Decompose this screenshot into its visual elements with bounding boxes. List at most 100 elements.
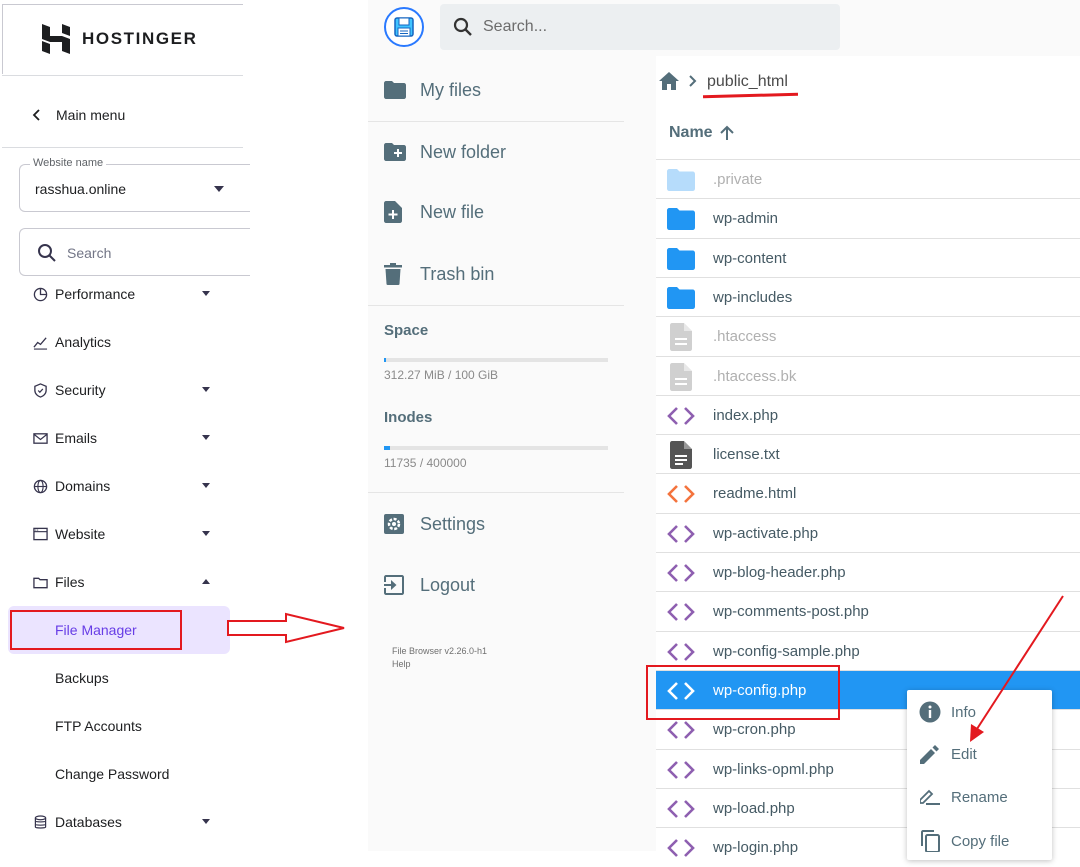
text-file-icon	[667, 441, 695, 470]
context-menu-info[interactable]: Info	[919, 697, 1049, 727]
pie-chart-icon	[32, 286, 48, 302]
file-icon	[667, 323, 695, 352]
context-menu-edit[interactable]: Edit	[919, 739, 1049, 769]
divider	[2, 4, 243, 5]
logo-text: HOSTINGER	[82, 29, 198, 48]
menu-label: New folder	[420, 141, 507, 162]
breadcrumb-public-html[interactable]: public_html	[707, 73, 788, 91]
chevron-right-icon	[689, 75, 697, 87]
caret-down-icon	[202, 819, 210, 824]
file-row[interactable]: wp-includes	[656, 276, 1080, 317]
version-info: File Browser v2.26.0-h1 Help	[392, 645, 487, 671]
context-menu: Info Edit Rename Copy file	[907, 690, 1052, 860]
help-link[interactable]: Help	[392, 658, 487, 671]
sidebar-item-performance[interactable]: Performance	[32, 282, 222, 306]
pencil-icon	[919, 744, 941, 764]
sidebar-item-files[interactable]: Files	[32, 570, 222, 594]
annotation-box	[10, 610, 182, 650]
chevron-left-icon	[32, 109, 40, 121]
file-row[interactable]: wp-admin	[656, 198, 1080, 238]
menu-new-folder[interactable]: New folder	[384, 122, 624, 182]
main-menu-label: Main menu	[56, 107, 126, 123]
space-usage-text: 312.27 MiB / 100 GiB	[384, 368, 499, 382]
code-file-icon	[667, 561, 695, 585]
sidebar-item-emails[interactable]: Emails	[32, 426, 222, 450]
context-menu-label: Info	[951, 703, 977, 721]
file-row[interactable]: wp-comments-post.php	[656, 591, 1080, 631]
filebrowser-search-placeholder: Search...	[483, 18, 548, 35]
home-icon[interactable]	[659, 72, 679, 90]
sidebar-search-input[interactable]: Search	[19, 228, 250, 276]
sidebar-item-analytics[interactable]: Analytics	[32, 330, 222, 354]
divider	[2, 147, 243, 148]
file-name: wp-admin	[713, 210, 779, 228]
file-name: index.php	[713, 406, 779, 424]
file-name: .private	[713, 171, 763, 188]
folder-icon	[667, 207, 695, 231]
file-row[interactable]: license.txt	[656, 434, 1080, 474]
caret-down-icon	[202, 435, 210, 440]
floppy-disk-icon	[394, 17, 414, 37]
sidebar-search-placeholder: Search	[67, 245, 112, 261]
file-row[interactable]: wp-blog-header.php	[656, 552, 1080, 592]
file-name: license.txt	[713, 446, 780, 464]
file-row[interactable]: wp-activate.php	[656, 512, 1080, 553]
menu-logout[interactable]: Logout	[384, 555, 624, 615]
context-menu-rename[interactable]: Rename	[919, 782, 1049, 812]
file-row[interactable]: .htaccess	[656, 316, 1080, 356]
file-row[interactable]: readme.html	[656, 473, 1080, 513]
website-name-select[interactable]: Website name rasshua.online	[19, 157, 250, 212]
menu-my-files[interactable]: My files	[384, 60, 624, 120]
sidebar-item-backups[interactable]: Backups	[55, 670, 109, 686]
code-file-icon	[667, 797, 695, 821]
hostinger-logo[interactable]: HOSTINGER	[42, 24, 197, 54]
menu-label: Settings	[420, 513, 486, 534]
trend-line-icon	[32, 334, 48, 350]
sidebar-item-security[interactable]: Security	[32, 378, 222, 402]
main-menu-link[interactable]: Main menu	[32, 107, 125, 123]
context-menu-label: Edit	[951, 745, 977, 763]
file-name: wp-cron.php	[713, 721, 796, 739]
annotation-arrow-right-icon	[227, 612, 345, 644]
arrow-up-icon	[719, 125, 734, 140]
divider	[2, 4, 3, 74]
menu-trash-bin[interactable]: Trash bin	[384, 244, 624, 304]
filebrowser-search-input[interactable]: Search...	[440, 4, 840, 50]
menu-new-file[interactable]: New file	[384, 182, 624, 242]
file-row[interactable]: wp-content	[656, 237, 1080, 278]
sidebar-item-change-password[interactable]: Change Password	[55, 766, 169, 782]
hostinger-sidebar: HOSTINGER Main menu Website name rasshua…	[0, 0, 250, 851]
menu-label: New file	[420, 201, 485, 222]
trash-icon	[384, 263, 412, 285]
divider	[2, 75, 243, 76]
file-row[interactable]: index.php	[656, 394, 1080, 435]
rename-icon	[919, 787, 941, 807]
code-file-icon	[667, 404, 695, 428]
file-name: .htaccess.bk	[713, 367, 797, 385]
sort-by-name-header[interactable]: Name	[669, 124, 735, 142]
file-row[interactable]: .htaccess.bk	[656, 355, 1080, 396]
file-row[interactable]: .private	[656, 159, 1080, 199]
file-name: wp-links-opml.php	[713, 760, 834, 778]
sidebar-item-website[interactable]: Website	[32, 522, 222, 546]
sidebar-item-label: Databases	[55, 814, 122, 830]
sidebar-item-label: Performance	[55, 286, 136, 302]
menu-label: My files	[420, 79, 482, 100]
context-menu-copy-file[interactable]: Copy file	[919, 826, 1049, 856]
file-name: wp-comments-post.php	[713, 603, 869, 621]
file-name: .htaccess	[713, 328, 777, 346]
folder-icon	[384, 81, 412, 99]
sidebar-item-databases[interactable]: Databases	[32, 810, 222, 834]
file-name: wp-config-sample.php	[713, 642, 860, 660]
annotation-underline	[702, 92, 799, 99]
sidebar-item-domains[interactable]: Domains	[32, 474, 222, 498]
filebrowser-logo[interactable]	[384, 7, 424, 47]
space-label: Space	[384, 322, 429, 339]
code-file-icon	[667, 718, 695, 742]
search-icon	[453, 17, 472, 36]
menu-settings[interactable]: Settings	[384, 494, 624, 554]
code-file-icon	[667, 522, 695, 546]
file-name: wp-login.php	[713, 839, 799, 857]
sidebar-item-ftp-accounts[interactable]: FTP Accounts	[55, 718, 142, 734]
globe-icon	[32, 478, 48, 494]
